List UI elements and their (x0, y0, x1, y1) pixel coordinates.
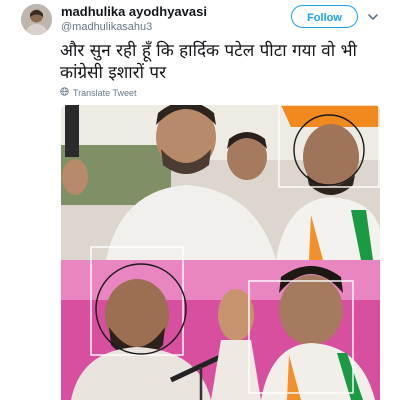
tweet-text-line-2: कांग्रेसी इशारों पर (60, 63, 167, 83)
photo-bottom-panel (61, 246, 380, 400)
tweet-media-image[interactable] (61, 105, 380, 400)
avatar[interactable] (21, 4, 52, 35)
tweet-card: madhulika ayodhyavasi @madhulikasahu3 Fo… (0, 0, 415, 400)
translate-label: Translate Tweet (73, 87, 137, 98)
translate-tweet-link[interactable]: Translate Tweet (60, 87, 137, 98)
tweet-text-line-1: और सुन रही हूँ कि हार्दिक पटेल पीटा गया … (60, 41, 357, 61)
tweet-text: और सुन रही हूँ कि हार्दिक पटेल पीटा गया … (60, 40, 410, 84)
display-name[interactable]: madhulika ayodhyavasi (61, 4, 207, 19)
chevron-down-icon[interactable] (366, 10, 380, 24)
follow-button[interactable]: Follow (291, 5, 358, 28)
globe-icon (60, 87, 69, 98)
user-handle[interactable]: @madhulikasahu3 (61, 21, 152, 33)
photo-top-panel (61, 105, 380, 260)
